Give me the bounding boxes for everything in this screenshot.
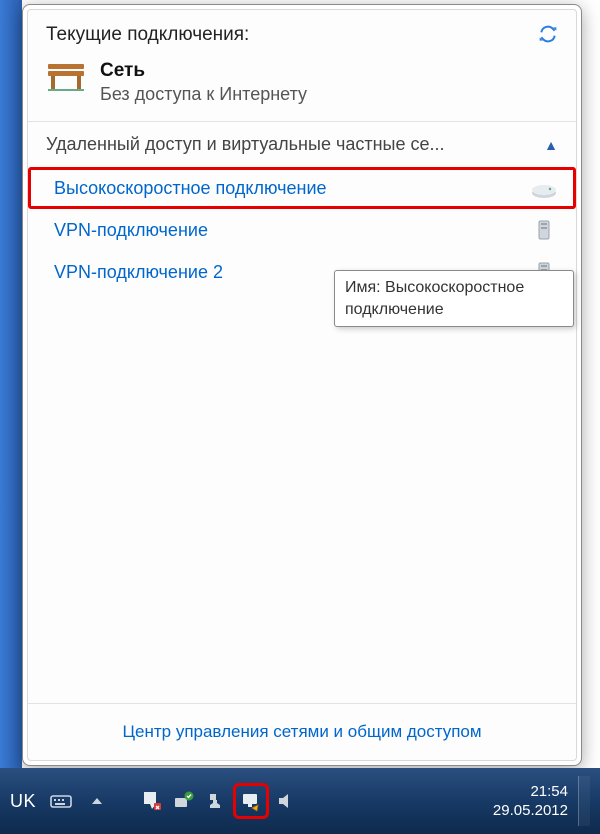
taskbar-left: UK <box>10 786 298 816</box>
network-status: Без доступа к Интернету <box>100 84 307 105</box>
flyout-header: Текущие подключения: <box>28 10 576 54</box>
modem-icon <box>530 177 558 199</box>
category-label: Удаленный доступ и виртуальные частные с… <box>46 134 536 155</box>
safely-remove-icon[interactable] <box>172 790 194 812</box>
server-icon <box>530 219 558 241</box>
clock-date: 29.05.2012 <box>493 801 568 821</box>
tooltip: Имя: Высокоскоростное подключение <box>334 270 574 327</box>
category-header[interactable]: Удаленный доступ и виртуальные частные с… <box>28 122 576 167</box>
current-network-info: Сеть Без доступа к Интернету <box>100 60 307 105</box>
keyboard-icon[interactable] <box>50 790 72 812</box>
system-tray <box>140 786 298 816</box>
tray-arrow-icon[interactable] <box>86 790 108 812</box>
network-flyout: Текущие подключения: Сеть Без доступа к … <box>22 4 582 766</box>
connection-list: Высокоскоростное подключение VPN-подключ… <box>28 167 576 703</box>
current-network[interactable]: Сеть Без доступа к Интернету <box>28 54 576 121</box>
desktop-edge <box>0 0 22 834</box>
connection-vpn1[interactable]: VPN-подключение <box>28 209 576 251</box>
connection-highspeed[interactable]: Высокоскоростное подключение <box>28 167 576 209</box>
connection-label: Высокоскоростное подключение <box>54 178 522 199</box>
network-center-link[interactable]: Центр управления сетями и общим доступом <box>28 703 576 760</box>
bench-icon <box>46 60 86 94</box>
connection-label: VPN-подключение <box>54 220 522 241</box>
network-tray-icon[interactable] <box>236 786 266 816</box>
volume-icon[interactable] <box>276 790 298 812</box>
flyout-body: Текущие подключения: Сеть Без доступа к … <box>27 9 577 761</box>
clock-time: 21:54 <box>493 782 568 802</box>
action-center-icon[interactable] <box>140 790 162 812</box>
chevron-up-icon: ▲ <box>544 137 558 153</box>
show-desktop-button[interactable] <box>578 776 590 826</box>
power-icon[interactable] <box>204 790 226 812</box>
refresh-icon[interactable] <box>538 24 558 44</box>
network-name: Сеть <box>100 60 307 82</box>
taskbar-clock[interactable]: 21:54 29.05.2012 <box>493 782 568 821</box>
header-title: Текущие подключения: <box>46 24 538 46</box>
language-indicator[interactable]: UK <box>10 791 36 812</box>
taskbar[interactable]: UK 21:54 29.05.2012 <box>0 768 600 834</box>
